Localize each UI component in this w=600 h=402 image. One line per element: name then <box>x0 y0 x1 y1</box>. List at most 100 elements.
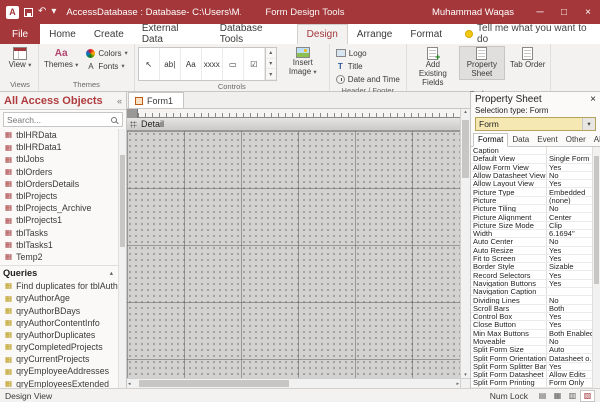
tab-control-icon[interactable]: ▭ <box>223 48 244 80</box>
ribbon-tab[interactable]: File <box>0 24 40 44</box>
property-sheet-tab[interactable]: All <box>590 134 600 146</box>
undo-icon[interactable]: ↶ <box>38 7 46 17</box>
nav-item-table[interactable]: ▦ tblProjects_Archive <box>0 202 118 214</box>
minimize-button[interactable]: ─ <box>528 0 552 24</box>
ribbon-tab[interactable]: Format <box>401 24 451 44</box>
selection-combo[interactable]: Form ▾ <box>475 117 596 131</box>
property-value[interactable]: Yes <box>547 271 592 278</box>
property-value[interactable]: Yes <box>547 280 592 287</box>
close-icon[interactable]: × <box>590 95 596 105</box>
detail-section-bar[interactable]: Detail <box>127 118 460 131</box>
nav-item-query[interactable]: ▦ qryAuthorContentInfo <box>0 317 118 329</box>
layout-view-icon[interactable]: ▥ <box>565 390 580 402</box>
customize-qat-icon[interactable]: ▾ <box>51 7 56 17</box>
ribbon-tab[interactable]: External Data <box>133 24 211 44</box>
ribbon-tab[interactable]: Home <box>40 24 85 44</box>
restore-button[interactable]: □ <box>552 0 576 24</box>
tell-me[interactable]: Tell me what you want to do <box>465 24 600 44</box>
property-value[interactable]: Allow Edits <box>547 371 592 378</box>
nav-item-table[interactable]: ▦ tblProjects <box>0 190 118 202</box>
themes-button[interactable]: Aa Themes ▾ <box>42 46 80 71</box>
add-existing-fields-button[interactable]: Add Existing Fields <box>410 46 456 88</box>
property-value[interactable]: No <box>547 205 592 212</box>
tab-order-button[interactable]: Tab Order <box>508 46 548 71</box>
property-value[interactable] <box>547 288 592 295</box>
property-value[interactable]: No <box>547 172 592 179</box>
property-value[interactable]: Yes <box>547 313 592 320</box>
property-value[interactable]: Both Enabled <box>547 330 592 337</box>
ribbon-tab[interactable]: Create <box>85 24 133 44</box>
property-scrollbar-thumb[interactable] <box>594 156 599 284</box>
nav-item-table[interactable]: ▦ tblHRData1 <box>0 141 118 153</box>
property-value[interactable] <box>547 147 592 154</box>
nav-item-table[interactable]: ▦ Temp2 <box>0 251 118 263</box>
property-value[interactable]: Clip <box>547 222 592 229</box>
property-value[interactable]: Yes <box>547 255 592 262</box>
property-sheet-button[interactable]: Property Sheet <box>459 46 505 80</box>
fonts-button[interactable]: Fonts ▾ <box>83 60 130 72</box>
horizontal-scrollbar[interactable]: ◂ ▸ <box>127 378 460 388</box>
nav-item-table[interactable]: ▦ tblOrdersDetails <box>0 178 118 190</box>
logo-button[interactable]: Logo <box>333 47 403 59</box>
button-control-icon[interactable]: xxxx <box>202 48 223 80</box>
property-value[interactable]: No <box>547 238 592 245</box>
property-value[interactable]: Yes <box>547 363 592 370</box>
nav-item-table[interactable]: ▦ tblHRData <box>0 129 118 141</box>
nav-item-query[interactable]: ▦ qryEmployeeAddresses <box>0 365 118 377</box>
view-button[interactable]: View ▾ <box>5 46 35 71</box>
shutter-bar-icon[interactable]: « <box>117 96 122 106</box>
gallery-down-icon[interactable]: ▾ <box>266 59 276 70</box>
ribbon-tab[interactable]: Arrange <box>348 24 402 44</box>
form-design-canvas[interactable]: Detail <box>127 109 460 378</box>
property-value[interactable]: Yes <box>547 321 592 328</box>
nav-item-query[interactable]: ▦ qryAuthorDuplicates <box>0 329 118 341</box>
ribbon-tab[interactable]: Database Tools <box>211 24 297 44</box>
property-value[interactable]: Yes <box>547 164 592 171</box>
ribbon-tab[interactable]: Design <box>297 24 348 44</box>
gallery-more-icon[interactable]: ▾ <box>266 69 276 80</box>
scroll-right-icon[interactable]: ▸ <box>456 381 459 387</box>
insert-image-button[interactable]: Insert Image ▾ <box>280 46 326 78</box>
property-sheet-tab[interactable]: Event <box>533 134 561 146</box>
property-value[interactable]: No <box>547 338 592 345</box>
nav-item-query[interactable]: ▦ qryEmployeesExtended <box>0 378 118 388</box>
search-icon[interactable] <box>111 117 117 123</box>
property-value[interactable]: Yes <box>547 247 592 254</box>
access-app-icon[interactable]: A <box>6 6 19 19</box>
property-value[interactable]: 6.1694" <box>547 230 592 237</box>
close-button[interactable]: × <box>576 0 600 24</box>
nav-pane-header[interactable]: All Access Objects « <box>0 92 126 110</box>
nav-item-query[interactable]: ▦ qryCurrentProjects <box>0 353 118 365</box>
vertical-scrollbar-thumb[interactable] <box>462 120 469 178</box>
nav-group-queries[interactable]: Queries ▴ <box>0 265 118 280</box>
check-box-control-icon[interactable]: ☑ <box>244 48 265 80</box>
nav-scrollbar-thumb[interactable] <box>120 155 125 247</box>
nav-item-table[interactable]: ▦ tblTasks <box>0 227 118 239</box>
nav-item-table[interactable]: ▦ tblOrders <box>0 166 118 178</box>
property-value[interactable]: Center <box>547 213 592 220</box>
property-value[interactable]: Single Form <box>547 155 592 162</box>
horizontal-scrollbar-thumb[interactable] <box>139 380 289 387</box>
gallery-up-icon[interactable]: ▴ <box>266 48 276 59</box>
title-button[interactable]: Title <box>333 60 403 72</box>
form-selector-box[interactable] <box>127 109 138 118</box>
search-input[interactable] <box>7 115 111 125</box>
date-and-time-button[interactable]: Date and Time <box>333 73 403 85</box>
colors-button[interactable]: Colors ▾ <box>83 47 130 59</box>
datasheet-view-icon[interactable]: ▦ <box>550 390 565 402</box>
vertical-scrollbar[interactable]: ▴ ▾ <box>460 109 470 378</box>
property-value[interactable]: Both <box>547 305 592 312</box>
document-tab-form1[interactable]: Form1 <box>128 92 184 108</box>
property-value[interactable]: Embedded <box>547 188 592 195</box>
nav-item-table[interactable]: ▦ tblProjects1 <box>0 214 118 226</box>
property-value[interactable]: Sizable <box>547 263 592 270</box>
property-value[interactable]: No <box>547 296 592 303</box>
nav-item-query[interactable]: ▦ Find duplicates for tblAuthors <box>0 280 118 292</box>
nav-scrollbar[interactable] <box>118 129 126 388</box>
chevron-down-icon[interactable]: ▾ <box>582 118 595 130</box>
property-scrollbar[interactable] <box>592 147 600 388</box>
property-value[interactable]: (none) <box>547 197 592 204</box>
text-box-control-icon[interactable]: ab| <box>160 48 181 80</box>
save-icon[interactable] <box>24 8 33 17</box>
property-value[interactable]: Auto <box>547 346 592 353</box>
